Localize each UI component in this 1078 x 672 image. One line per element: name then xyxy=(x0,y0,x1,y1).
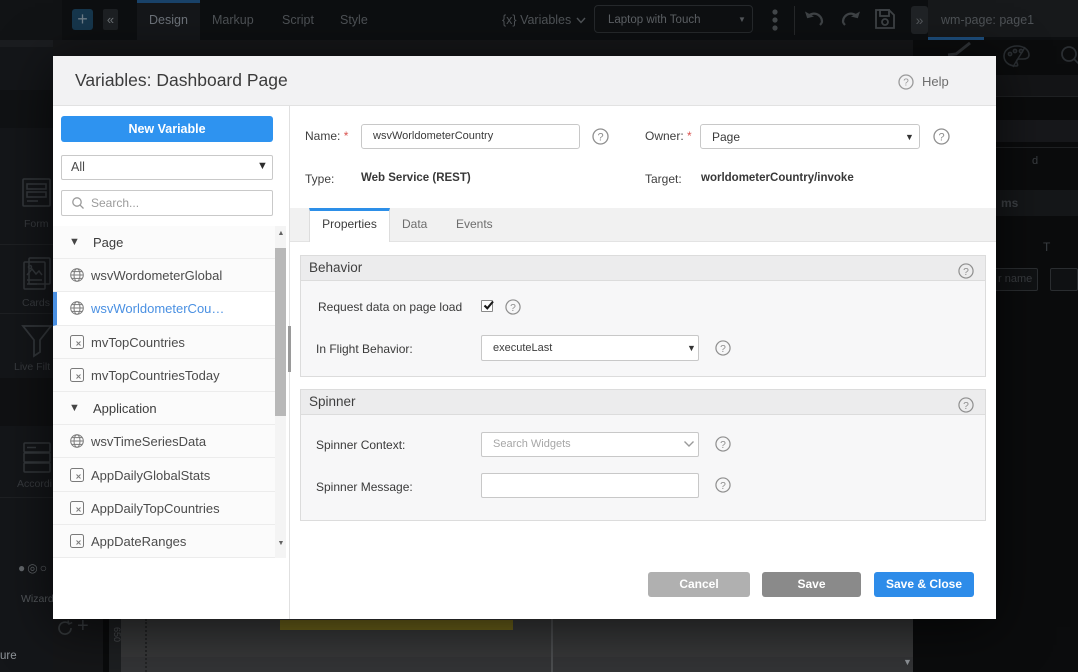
svg-text:?: ? xyxy=(963,267,969,278)
svg-text:?: ? xyxy=(963,401,969,412)
svg-text:?: ? xyxy=(938,132,944,144)
svg-text:?: ? xyxy=(720,481,726,492)
svg-text:?: ? xyxy=(597,132,603,144)
svg-text:?: ? xyxy=(903,78,909,89)
svg-text:?: ? xyxy=(510,303,516,314)
svg-text:?: ? xyxy=(720,344,726,355)
svg-text:?: ? xyxy=(720,440,726,451)
